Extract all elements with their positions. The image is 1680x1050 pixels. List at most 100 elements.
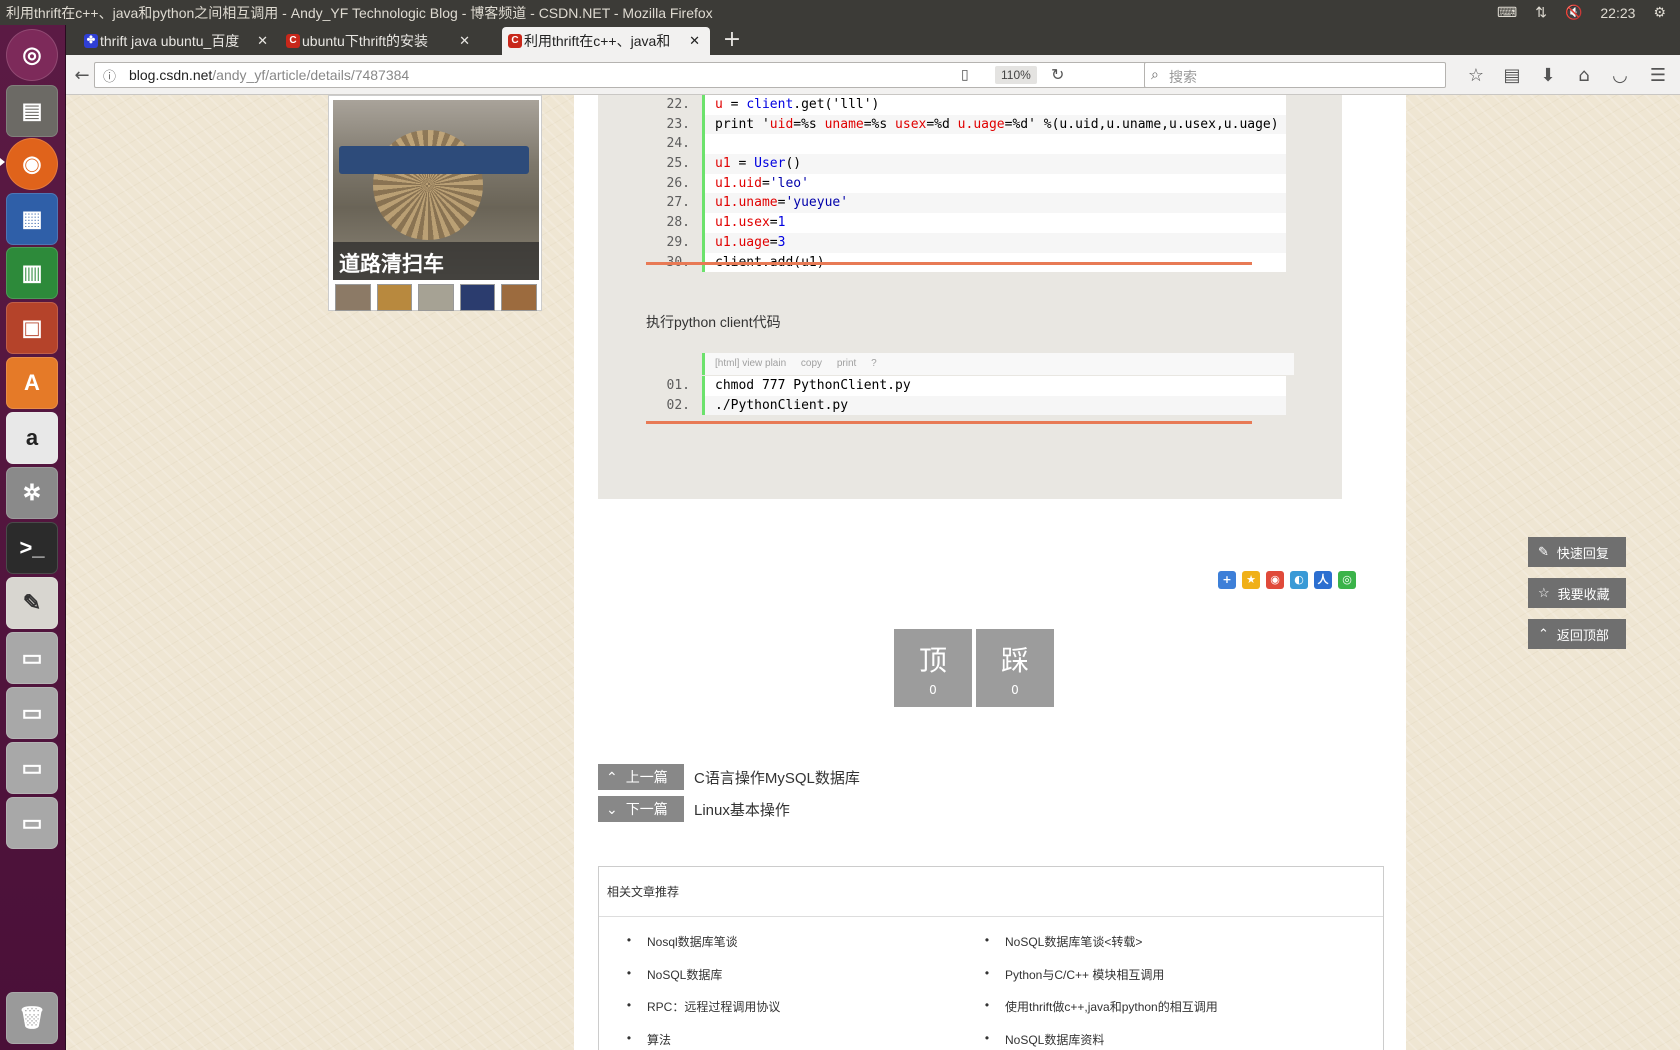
next-article-link[interactable]: Linux基本操作 [694, 799, 790, 820]
quick-reply-label: 快速回复 [1556, 545, 1609, 561]
related-article-link[interactable]: • 使用thrift做c++,java和python的相互调用 [977, 998, 1337, 1031]
volume-muted-icon[interactable]: 🔇 [1565, 4, 1582, 21]
related-article-link[interactable]: • RPC：远程过程调用协议 [619, 998, 979, 1031]
tab-active[interactable]: C 利用thrift在c++、java和 ✕ [502, 27, 710, 55]
related-article-link[interactable]: • Python与C/C++ 模块相互调用 [977, 966, 1337, 999]
url-text: blog.csdn.net/andy_yf/article/details/74… [129, 67, 410, 83]
zoom-level[interactable]: 110% [995, 66, 1037, 84]
amazon-icon[interactable]: a [6, 412, 58, 464]
related-list-left: • Nosql数据库笔谈 • NoSQL数据库 • RPC：远程过程调用协议 • 算法 [619, 933, 979, 1050]
impress-icon[interactable]: ▣ [6, 302, 58, 354]
ad-thumbnail[interactable] [335, 284, 371, 311]
code-text: ./PythonClient.py [702, 395, 1286, 416]
related-article-link[interactable]: • NoSQL数据库笔谈<转载> [977, 933, 1337, 966]
ad-thumbnail[interactable] [459, 284, 496, 311]
code-text: u1.usex=1 [702, 213, 1286, 233]
share-renren-icon[interactable]: 人 [1314, 571, 1332, 589]
search-input[interactable]: ⌕ 搜索 [1144, 62, 1446, 88]
ubuntu-dash-icon[interactable]: ◎ [6, 29, 58, 81]
share-wechat-icon[interactable]: ◎ [1338, 571, 1356, 589]
article-body: 22. u = client.get('lll') 23. print 'uid=%s… [598, 95, 1342, 499]
vote-up-label: 顶 [918, 644, 947, 677]
url-bar[interactable]: ⓘ blog.csdn.net/andy_yf/article/details/… [94, 62, 1148, 88]
settings-gear-icon[interactable]: ⚙ [1653, 4, 1666, 21]
text-editor-icon[interactable]: ✎ [6, 577, 58, 629]
trash-icon[interactable]: 🗑 [6, 992, 58, 1044]
share-more-icon[interactable]: + [1218, 571, 1236, 589]
ad-caption: 道路清扫车 [333, 242, 539, 280]
system-settings-icon[interactable]: ✲ [6, 467, 58, 519]
code-line: 28. u1.usex=1 [646, 213, 1286, 233]
files-icon[interactable]: ▤ [6, 85, 58, 137]
clock[interactable]: 22:23 [1600, 5, 1635, 21]
code-toolbar: [html] view plain copy print ? [702, 353, 1294, 375]
code-text: chmod 777 PythonClient.py [702, 376, 1286, 396]
close-icon[interactable]: ✕ [689, 33, 700, 49]
ad-thumbnail[interactable] [376, 284, 413, 311]
writer-icon[interactable]: ▦ [6, 193, 58, 245]
related-article-link[interactable]: • Nosql数据库笔谈 [619, 933, 979, 966]
close-icon[interactable]: ✕ [257, 33, 268, 49]
tab-csdn-install[interactable]: C ubuntu下thrift的安装 ✕ [280, 27, 480, 55]
pocket-icon[interactable]: ◡ [1606, 61, 1634, 89]
new-tab-icon[interactable]: + [718, 27, 746, 53]
drive-icon[interactable]: ▭ [6, 632, 58, 684]
download-icon[interactable]: ⬇ [1534, 61, 1562, 89]
drive-icon[interactable]: ▭ [6, 742, 58, 794]
quick-reply-button[interactable]: ✎ 快速回复 [1528, 537, 1626, 567]
info-icon[interactable]: ⓘ [103, 66, 116, 85]
vote-up-button[interactable]: 顶 0 [894, 629, 972, 707]
ad-image-truck [339, 146, 529, 174]
tab-label: ubuntu下thrift的安装 [302, 33, 429, 49]
launcher: ◎ ▤ ◉ ▦ ▥ ▣ A a ✲ >_ ✎ ▭ ▭ ▭ ▭ 🗑 [0, 25, 66, 1050]
ad-photo: 道路清扫车 [333, 100, 539, 280]
line-number: 26. [646, 173, 702, 194]
related-article-link[interactable]: • NoSQL数据库资料 [977, 1031, 1337, 1050]
line-number: 25. [646, 154, 702, 174]
drive-icon[interactable]: ▭ [6, 687, 58, 739]
star-icon: ☆ [1538, 585, 1550, 600]
close-icon[interactable]: ✕ [459, 33, 470, 49]
firefox-icon[interactable]: ◉ [6, 138, 58, 190]
reader-view-icon[interactable]: ▯ [961, 66, 969, 83]
favorite-button[interactable]: ☆ 我要收藏 [1528, 578, 1626, 608]
calc-icon[interactable]: ▥ [6, 247, 58, 299]
next-article-button[interactable]: ⌄ 下一篇 [598, 796, 684, 822]
back-icon[interactable]: ← [68, 61, 96, 89]
software-center-icon[interactable]: A [6, 357, 58, 409]
help-link[interactable]: ? [871, 358, 877, 369]
related-article-link[interactable]: • 算法 [619, 1031, 979, 1050]
view-plain-link[interactable]: [html] view plain [715, 358, 786, 369]
back-to-top-button[interactable]: ⌃ 返回顶部 [1528, 619, 1626, 649]
line-number: 27. [646, 193, 702, 214]
share-qzone-icon[interactable]: ★ [1242, 571, 1260, 589]
tab-strip: ✤ thrift java ubuntu_百度 ✕ C ubuntu下thrif… [66, 25, 1680, 55]
search-icon: ⌕ [1151, 66, 1159, 82]
code-line: 25. u1 = User() [646, 154, 1286, 174]
prev-article-link[interactable]: C语言操作MySQL数据库 [694, 767, 860, 788]
related-article-link[interactable]: • NoSQL数据库 [619, 966, 979, 999]
ad-thumbnail[interactable] [418, 284, 454, 311]
reload-icon[interactable]: ↻ [1051, 65, 1064, 85]
print-link[interactable]: print [837, 358, 856, 369]
line-number: 24. [646, 134, 702, 155]
chevron-up-icon: ⌃ [1538, 626, 1549, 641]
code-line: 02. ./PythonClient.py [646, 395, 1286, 416]
keyboard-icon[interactable]: ⌨ [1497, 4, 1517, 21]
menu-icon[interactable]: ☰ [1644, 61, 1672, 89]
share-tencent-icon[interactable]: ◐ [1290, 571, 1308, 589]
ad-thumbnail[interactable] [501, 284, 537, 311]
share-weibo-icon[interactable]: ◉ [1266, 571, 1284, 589]
home-icon[interactable]: ⌂ [1570, 61, 1598, 89]
tab-baidu[interactable]: ✤ thrift java ubuntu_百度 ✕ [78, 27, 278, 55]
advertisement[interactable]: 道路清扫车 [328, 95, 542, 311]
reading-list-icon[interactable]: ▤ [1498, 61, 1526, 89]
network-icon[interactable]: ⇅ [1535, 4, 1547, 21]
prev-article-button[interactable]: ⌃ 上一篇 [598, 764, 684, 790]
copy-link[interactable]: copy [801, 358, 822, 369]
bookmark-star-icon[interactable]: ☆ [1462, 61, 1490, 89]
drive-icon[interactable]: ▭ [6, 797, 58, 849]
search-placeholder: 搜索 [1169, 69, 1197, 85]
vote-down-button[interactable]: 踩 0 [976, 629, 1054, 707]
terminal-icon[interactable]: >_ [6, 522, 58, 574]
